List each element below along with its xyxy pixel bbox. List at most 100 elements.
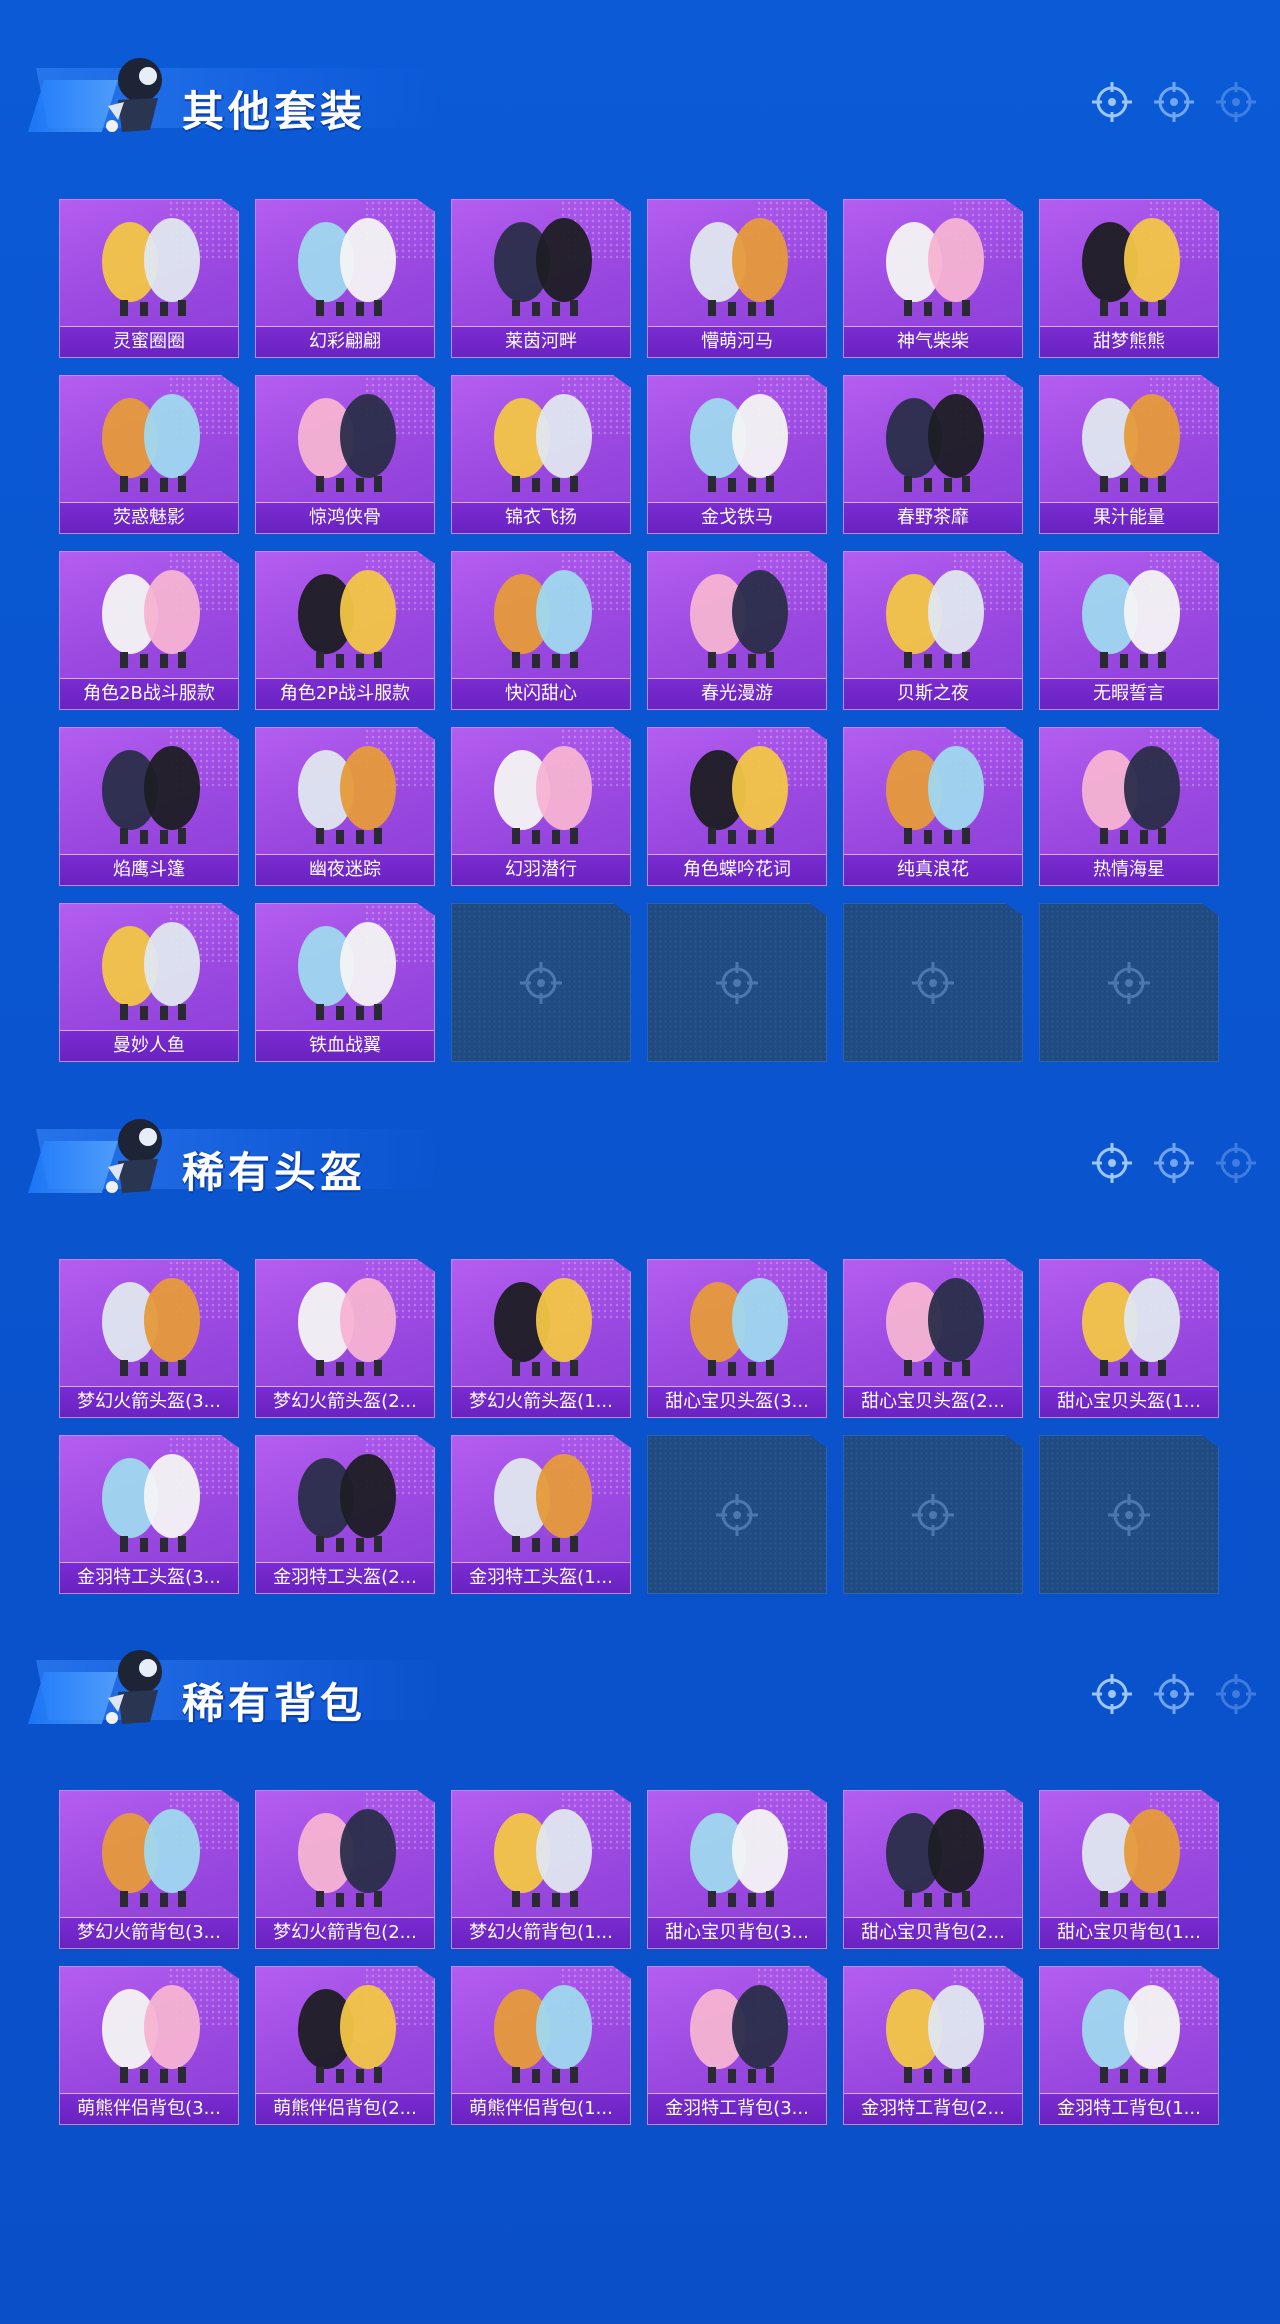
item-card[interactable]: 甜心宝贝背包(2...: [843, 1790, 1023, 1949]
item-card[interactable]: 懵萌河马: [647, 199, 827, 358]
item-card[interactable]: 甜心宝贝头盔(3...: [647, 1259, 827, 1418]
item-label: 金羽特工头盔(3...: [60, 1562, 238, 1593]
item-image-icon: [886, 746, 984, 844]
item-card[interactable]: 金羽特工背包(2...: [843, 1966, 1023, 2125]
item-image-icon: [102, 1454, 200, 1552]
item-card[interactable]: 焰鹰斗篷: [59, 727, 239, 886]
item-image-icon: [1082, 1985, 1180, 2083]
item-image-icon: [1082, 218, 1180, 316]
item-card[interactable]: 热情海星: [1039, 727, 1219, 886]
item-card[interactable]: 梦幻火箭头盔(1...: [451, 1259, 631, 1418]
item-card[interactable]: 惊鸿侠骨: [255, 375, 435, 534]
item-card[interactable]: 角色2P战斗服款: [255, 551, 435, 710]
item-card[interactable]: 角色蝶吟花词: [647, 727, 827, 886]
empty-slot: [451, 903, 631, 1062]
item-card[interactable]: 梦幻火箭背包(1...: [451, 1790, 631, 1949]
section-header: 稀有头盔: [0, 1101, 1280, 1211]
item-image-icon: [886, 394, 984, 492]
item-image-icon: [298, 1278, 396, 1376]
item-card[interactable]: 金羽特工背包(3...: [647, 1966, 827, 2125]
item-image-icon: [298, 1809, 396, 1907]
item-image-icon: [494, 1278, 592, 1376]
item-image-icon: [690, 1809, 788, 1907]
item-card[interactable]: 幽夜迷踪: [255, 727, 435, 886]
item-card[interactable]: 莱茵河畔: [451, 199, 631, 358]
item-card[interactable]: 梦幻火箭背包(2...: [255, 1790, 435, 1949]
item-label: 曼妙人鱼: [60, 1030, 238, 1061]
item-card[interactable]: 甜心宝贝头盔(1...: [1039, 1259, 1219, 1418]
item-card[interactable]: 金羽特工背包(1...: [1039, 1966, 1219, 2125]
item-label: 角色蝶吟花词: [648, 854, 826, 885]
item-image-icon: [298, 746, 396, 844]
item-card[interactable]: 萌熊伴侣背包(2...: [255, 1966, 435, 2125]
item-card[interactable]: 灵蜜圈圈: [59, 199, 239, 358]
item-label: 锦衣飞扬: [452, 502, 630, 533]
item-card[interactable]: 神气柴柴: [843, 199, 1023, 358]
item-card[interactable]: 无暇誓言: [1039, 551, 1219, 710]
empty-slot: [843, 903, 1023, 1062]
item-card[interactable]: 曼妙人鱼: [59, 903, 239, 1062]
item-card[interactable]: 甜心宝贝背包(1...: [1039, 1790, 1219, 1949]
item-label: 金戈铁马: [648, 502, 826, 533]
section-title: 稀有头盔: [182, 1148, 367, 1197]
item-card[interactable]: 纯真浪花: [843, 727, 1023, 886]
crosshair-icon: [520, 961, 562, 1004]
crosshair-icon: [1216, 82, 1256, 122]
item-label: 快闪甜心: [452, 678, 630, 709]
section-header: 其他套装: [0, 40, 1280, 150]
item-label: 萌熊伴侣背包(1...: [452, 2093, 630, 2124]
crosshair-icon: [1154, 1143, 1194, 1183]
item-label: 梦幻火箭头盔(3...: [60, 1386, 238, 1417]
section-rare-helmets: 稀有头盔 梦幻火箭头盔(3... 梦幻火箭头盔(2... 梦幻火箭头盔(1... 甜心…: [0, 1101, 1280, 1594]
item-card[interactable]: 萌熊伴侣背包(3...: [59, 1966, 239, 2125]
item-label: 金羽特工背包(1...: [1040, 2093, 1218, 2124]
item-card[interactable]: 贝斯之夜: [843, 551, 1023, 710]
item-card[interactable]: 梦幻火箭头盔(2...: [255, 1259, 435, 1418]
item-card[interactable]: 角色2B战斗服款: [59, 551, 239, 710]
item-card[interactable]: 快闪甜心: [451, 551, 631, 710]
item-label: 铁血战翼: [256, 1030, 434, 1061]
item-image-icon: [690, 218, 788, 316]
item-image-icon: [886, 1985, 984, 2083]
item-card[interactable]: 梦幻火箭背包(3...: [59, 1790, 239, 1949]
item-image-icon: [298, 922, 396, 1020]
item-image-icon: [102, 570, 200, 668]
item-image-icon: [1082, 1278, 1180, 1376]
crosshair-icon: [1108, 1493, 1150, 1536]
item-card[interactable]: 铁血战翼: [255, 903, 435, 1062]
item-image-icon: [298, 1985, 396, 2083]
item-card[interactable]: 果汁能量: [1039, 375, 1219, 534]
item-card[interactable]: 幻彩翩翩: [255, 199, 435, 358]
item-image-icon: [102, 394, 200, 492]
item-label: 梦幻火箭头盔(1...: [452, 1386, 630, 1417]
item-label: 灵蜜圈圈: [60, 326, 238, 357]
item-card[interactable]: 甜心宝贝头盔(2...: [843, 1259, 1023, 1418]
item-card[interactable]: 金羽特工头盔(1...: [451, 1435, 631, 1594]
item-card[interactable]: 金羽特工头盔(3...: [59, 1435, 239, 1594]
item-label: 神气柴柴: [844, 326, 1022, 357]
item-image-icon: [690, 570, 788, 668]
crosshair-icon: [1216, 1143, 1256, 1183]
empty-slot: [647, 1435, 827, 1594]
item-card[interactable]: 金羽特工头盔(2...: [255, 1435, 435, 1594]
item-label: 贝斯之夜: [844, 678, 1022, 709]
item-card[interactable]: 甜梦熊熊: [1039, 199, 1219, 358]
item-card[interactable]: 幻羽潜行: [451, 727, 631, 886]
item-label: 纯真浪花: [844, 854, 1022, 885]
item-label: 金羽特工头盔(2...: [256, 1562, 434, 1593]
item-card[interactable]: 萌熊伴侣背包(1...: [451, 1966, 631, 2125]
item-label: 荧惑魅影: [60, 502, 238, 533]
item-label: 甜心宝贝背包(2...: [844, 1917, 1022, 1948]
item-card[interactable]: 梦幻火箭头盔(3...: [59, 1259, 239, 1418]
item-card[interactable]: 春野茶靡: [843, 375, 1023, 534]
item-card[interactable]: 金戈铁马: [647, 375, 827, 534]
item-card[interactable]: 荧惑魅影: [59, 375, 239, 534]
item-image-icon: [298, 570, 396, 668]
item-card[interactable]: 春光漫游: [647, 551, 827, 710]
item-label: 幻羽潜行: [452, 854, 630, 885]
item-card[interactable]: 锦衣飞扬: [451, 375, 631, 534]
crosshair-icon: [1154, 82, 1194, 122]
header-decor: [1090, 1672, 1258, 1716]
section-other-outfits: 其他套装 灵蜜圈圈 幻彩翩翩 莱茵河畔 懵萌河马 神气柴柴 甜梦熊熊荧惑魅影 惊鸿侠骨 锦衣飞…: [0, 40, 1280, 1062]
item-card[interactable]: 甜心宝贝背包(3...: [647, 1790, 827, 1949]
